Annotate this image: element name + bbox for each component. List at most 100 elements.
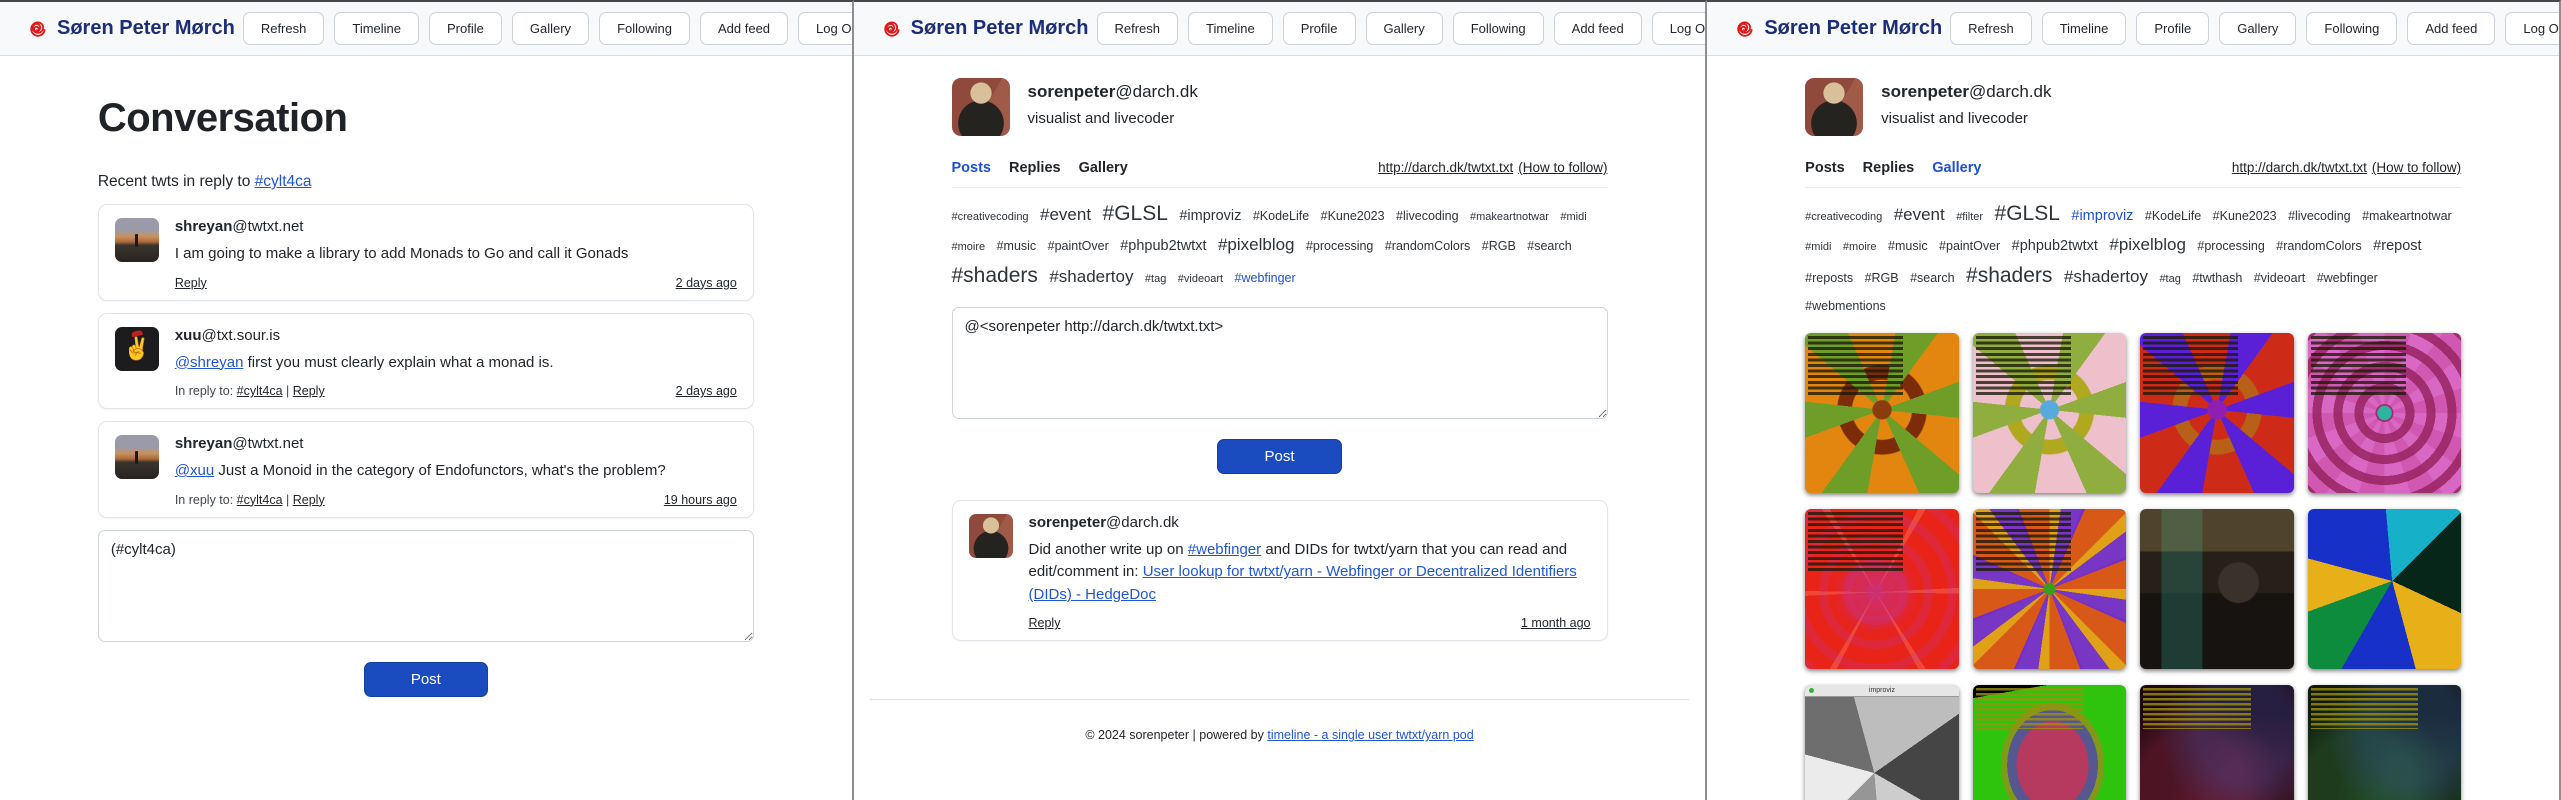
tag-makeartnotwar[interactable]: #makeartnotwar [2362, 209, 2452, 223]
gallery-item-orange-purple-star[interactable] [1973, 509, 2127, 669]
in-reply-hash-link[interactable]: #cylt4ca [237, 384, 283, 398]
tag-shadertoy[interactable]: #shadertoy [1049, 267, 1133, 286]
tag-Kune2023[interactable]: #Kune2023 [1321, 209, 1385, 223]
tab-gallery[interactable]: Gallery [1079, 160, 1128, 176]
nav-add-feed[interactable]: Add feed [700, 12, 788, 45]
tab-gallery[interactable]: Gallery [1932, 160, 1981, 176]
tag-repost[interactable]: #repost [2373, 238, 2421, 254]
tag-phpub2twtxt[interactable]: #phpub2twtxt [2012, 238, 2098, 254]
footer-timeline-link[interactable]: timeline - a single user twtxt/yarn pod [1267, 728, 1473, 742]
tag-pixelblog[interactable]: #pixelblog [1218, 235, 1295, 254]
nav-log-out[interactable]: Log Out [798, 12, 854, 45]
nav-profile[interactable]: Profile [429, 12, 502, 45]
tag-moire[interactable]: #moire [1843, 241, 1877, 253]
tag-KodeLife[interactable]: #KodeLife [1253, 209, 1309, 223]
reply-link[interactable]: Reply [175, 276, 207, 290]
reply-composer-input[interactable]: (#cylt4ca) [98, 530, 754, 642]
tag-randomColors[interactable]: #randomColors [2276, 239, 2361, 253]
tag-GLSL[interactable]: #GLSL [1103, 202, 1168, 225]
twtxt-url-link[interactable]: http://darch.dk/twtxt.txt [1378, 160, 1513, 175]
tag-processing[interactable]: #processing [2197, 239, 2264, 253]
nav-timeline[interactable]: Timeline [2042, 12, 2127, 45]
tag-music[interactable]: #music [997, 239, 1037, 253]
nav-following[interactable]: Following [2306, 12, 2397, 45]
nav-add-feed[interactable]: Add feed [2407, 12, 2495, 45]
tag-reposts[interactable]: #reposts [1805, 271, 1853, 285]
post-button[interactable]: Post [364, 662, 488, 697]
tag-shaders[interactable]: #shaders [1966, 264, 2052, 287]
nav-following[interactable]: Following [1453, 12, 1544, 45]
post-button[interactable]: Post [1217, 439, 1341, 474]
tag-event[interactable]: #event [1040, 205, 1091, 224]
gallery-item-green-wireframe-cube[interactable] [1973, 685, 2127, 800]
gallery-item-blue-green-facets[interactable] [2308, 509, 2462, 669]
tag-shaders[interactable]: #shaders [952, 264, 1038, 287]
twt-body-link[interactable]: @shreyan [175, 354, 244, 371]
timestamp-link[interactable]: 19 hours ago [664, 493, 737, 507]
nav-gallery[interactable]: Gallery [512, 12, 589, 45]
tag-RGB[interactable]: #RGB [1482, 239, 1516, 253]
gallery-item-improviz-window-grayscale[interactable]: improviz [1805, 685, 1959, 800]
tag-livecoding[interactable]: #livecoding [1396, 209, 1459, 223]
nav-timeline[interactable]: Timeline [1188, 12, 1273, 45]
tag-webfinger[interactable]: #webfinger [1235, 271, 1296, 285]
how-to-follow-link[interactable]: (How to follow) [1518, 160, 1607, 175]
tag-midi[interactable]: #midi [1560, 211, 1586, 223]
brand[interactable]: Søren Peter Mørch [1733, 17, 1942, 40]
tag-videoart[interactable]: #videoart [1178, 273, 1223, 285]
brand[interactable]: Søren Peter Mørch [26, 17, 235, 40]
tab-replies[interactable]: Replies [1009, 160, 1061, 176]
timestamp-link[interactable]: 2 days ago [676, 276, 737, 290]
tag-livecoding[interactable]: #livecoding [2288, 209, 2351, 223]
gallery-item-moire-orange-wheel[interactable] [1805, 333, 1959, 493]
tag-KodeLife[interactable]: #KodeLife [2145, 209, 2201, 223]
tag-paintOver[interactable]: #paintOver [1048, 239, 1109, 253]
nav-gallery[interactable]: Gallery [2219, 12, 2296, 45]
nav-add-feed[interactable]: Add feed [1554, 12, 1642, 45]
gallery-item-livecoding-performance-photo[interactable] [2140, 509, 2294, 669]
tag-music[interactable]: #music [1888, 239, 1928, 253]
tag-processing[interactable]: #processing [1306, 239, 1373, 253]
tag-GLSL[interactable]: #GLSL [1995, 202, 2060, 225]
nav-log-out[interactable]: Log Out [1652, 12, 1708, 45]
tag-paintOver[interactable]: #paintOver [1939, 239, 2000, 253]
tag-creativecoding[interactable]: #creativecoding [1805, 211, 1882, 223]
tag-videoart[interactable]: #videoart [2254, 271, 2305, 285]
tag-moire[interactable]: #moire [952, 241, 986, 253]
tag-Kune2023[interactable]: #Kune2023 [2213, 209, 2277, 223]
tag-webmentions[interactable]: #webmentions [1805, 299, 1886, 313]
tag-creativecoding[interactable]: #creativecoding [952, 211, 1029, 223]
tag-search[interactable]: #search [1527, 239, 1571, 253]
gallery-item-moire-red-wheel[interactable] [2140, 333, 2294, 493]
timestamp-link[interactable]: 2 days ago [676, 384, 737, 398]
twt-body-link[interactable]: @xuu [175, 462, 214, 479]
gallery-item-moire-magenta-rings[interactable] [2308, 333, 2462, 493]
nav-profile[interactable]: Profile [2136, 12, 2209, 45]
nav-timeline[interactable]: Timeline [334, 12, 419, 45]
tag-makeartnotwar[interactable]: #makeartnotwar [1470, 211, 1549, 223]
tag-event[interactable]: #event [1894, 205, 1945, 224]
tag-tag[interactable]: #tag [2159, 273, 2180, 285]
gallery-item-red-radial-moire[interactable] [1805, 509, 1959, 669]
tag-webfinger[interactable]: #webfinger [2317, 271, 2378, 285]
post-composer-input[interactable]: @<sorenpeter http://darch.dk/twtxt.txt> [952, 307, 1608, 419]
twtxt-url-link[interactable]: http://darch.dk/twtxt.txt [2232, 160, 2367, 175]
gallery-item-dark-green-mesh[interactable] [2308, 685, 2462, 800]
nav-profile[interactable]: Profile [1283, 12, 1356, 45]
nav-gallery[interactable]: Gallery [1366, 12, 1443, 45]
nav-refresh[interactable]: Refresh [1950, 12, 2032, 45]
tag-RGB[interactable]: #RGB [1865, 271, 1899, 285]
tag-twthash[interactable]: #twthash [2192, 271, 2242, 285]
nav-following[interactable]: Following [599, 12, 690, 45]
nav-refresh[interactable]: Refresh [1097, 12, 1179, 45]
tag-pixelblog[interactable]: #pixelblog [2109, 235, 2186, 254]
gallery-item-moire-pink-wheel[interactable] [1973, 333, 2127, 493]
tag-improviz[interactable]: #improviz [1179, 208, 1241, 224]
conversation-hash-link[interactable]: #cylt4ca [255, 173, 312, 190]
tag-shadertoy[interactable]: #shadertoy [2064, 267, 2148, 286]
nav-refresh[interactable]: Refresh [243, 12, 325, 45]
tag-randomColors[interactable]: #randomColors [1385, 239, 1470, 253]
tag-improviz[interactable]: #improviz [2071, 208, 2133, 224]
tag-tag[interactable]: #tag [1145, 273, 1166, 285]
tag-filter[interactable]: #filter [1956, 211, 1983, 223]
